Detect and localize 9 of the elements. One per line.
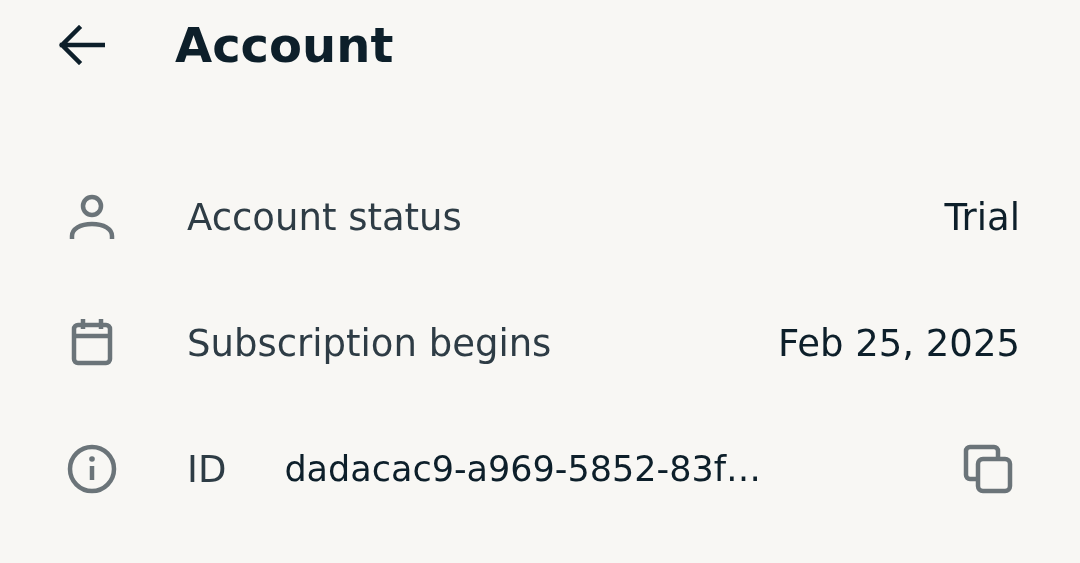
row-value: Feb 25, 2025 bbox=[777, 321, 1020, 365]
copy-icon[interactable] bbox=[962, 443, 1014, 495]
page-title: Account bbox=[175, 16, 394, 75]
row-label: Subscription begins bbox=[187, 321, 552, 365]
id-value: dadacac9-a969-5852-83f… bbox=[284, 449, 761, 489]
row-value: Trial bbox=[944, 195, 1020, 239]
row-label: ID bbox=[187, 447, 227, 491]
back-arrow-icon[interactable] bbox=[57, 25, 105, 65]
row-label: Account status bbox=[187, 195, 462, 239]
